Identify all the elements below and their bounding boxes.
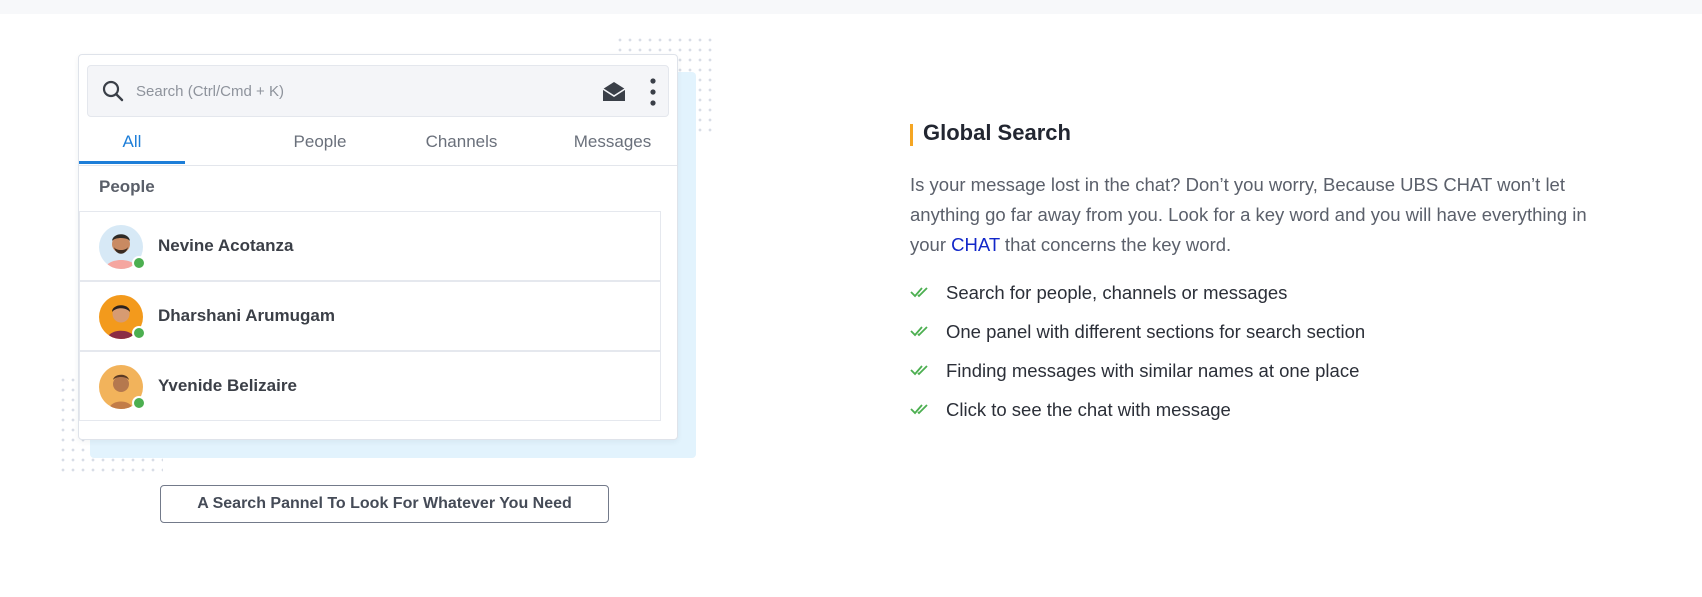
double-check-icon — [910, 287, 928, 298]
feature-list-item: Search for people, channels or messages — [910, 278, 1365, 317]
double-check-icon — [910, 326, 928, 337]
tab-messages[interactable]: Messages — [555, 121, 670, 164]
feature-list: Search for people, channels or messages … — [910, 278, 1365, 434]
online-status-dot — [132, 326, 146, 340]
tab-people[interactable]: People — [265, 121, 375, 164]
feature-title: Global Search — [923, 120, 1071, 145]
feature-list-item: One panel with different sections for se… — [910, 317, 1365, 356]
search-bar[interactable] — [87, 65, 669, 117]
search-icon — [102, 80, 124, 102]
description-text-end: that concerns the key word. — [999, 234, 1232, 255]
feature-list-item: Finding messages with similar names at o… — [910, 356, 1365, 395]
search-tabs: All People Channels Messages — [79, 121, 677, 166]
list-item-person[interactable]: Nevine Acotanza — [79, 211, 661, 281]
feature-description: Is your message lost in the chat? Don’t … — [910, 170, 1600, 260]
feature-list-text: One panel with different sections for se… — [946, 321, 1366, 342]
top-strip — [0, 0, 1702, 14]
feature-list-text: Search for people, channels or messages — [946, 282, 1288, 303]
person-name: Nevine Acotanza — [158, 236, 294, 255]
list-item-person[interactable]: Dharshani Arumugam — [79, 281, 661, 351]
search-panel: All People Channels Messages People Nevi… — [78, 54, 678, 440]
kebab-menu-icon[interactable] — [650, 77, 656, 107]
description-highlight: CHAT — [951, 234, 1000, 255]
double-check-icon — [910, 365, 928, 376]
section-label-people: People — [99, 177, 155, 196]
tab-all[interactable]: All — [79, 121, 185, 164]
online-status-dot — [132, 396, 146, 410]
feature-list-item: Click to see the chat with message — [910, 395, 1365, 434]
heading-accent-bar — [910, 124, 913, 146]
list-item-person[interactable]: Yvenide Belizaire — [79, 351, 661, 421]
person-name: Dharshani Arumugam — [158, 306, 335, 325]
person-name: Yvenide Belizaire — [158, 376, 297, 395]
search-input[interactable] — [134, 81, 578, 101]
feature-list-text: Click to see the chat with message — [946, 399, 1231, 420]
panel-caption: A Search Pannel To Look For Whatever You… — [160, 485, 609, 523]
tab-channels[interactable]: Channels — [404, 121, 519, 164]
online-status-dot — [132, 256, 146, 270]
feature-list-text: Finding messages with similar names at o… — [946, 360, 1360, 381]
double-check-icon — [910, 404, 928, 415]
mail-icon[interactable] — [601, 79, 627, 103]
